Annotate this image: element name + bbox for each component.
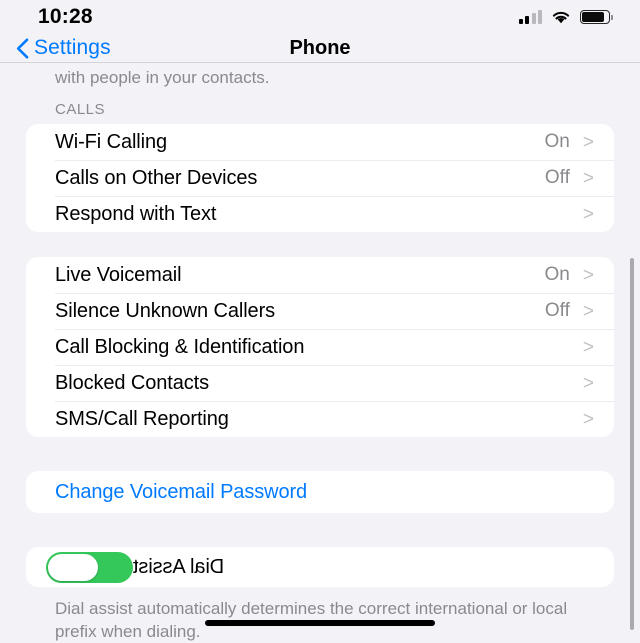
- row-live-voicemail[interactable]: Live Voicemail On >: [26, 257, 614, 293]
- battery-icon: [580, 10, 613, 24]
- row-label: Blocked Contacts: [55, 371, 210, 394]
- row-label: Respond with Text: [55, 202, 217, 225]
- row-label: Wi-Fi Calling: [55, 130, 168, 153]
- page-title: Phone: [289, 37, 351, 59]
- dial-assist-toggle[interactable]: [46, 551, 133, 583]
- iphone-settings-phone-screen: 10:28 Settings Phone with people in your…: [0, 0, 640, 641]
- row-label: Calls on Other Devices: [55, 166, 258, 189]
- home-indicator: [205, 620, 435, 626]
- row-change-voicemail-password[interactable]: Change Voicemail Password: [26, 471, 614, 513]
- status-time: 10:28: [38, 5, 93, 28]
- chevron-right-icon: >: [582, 408, 594, 430]
- row-calls-on-other-devices[interactable]: Calls on Other Devices Off >: [26, 160, 614, 196]
- chevron-right-icon: >: [582, 300, 594, 322]
- row-call-blocking-identification[interactable]: Call Blocking & Identification >: [26, 329, 614, 365]
- settings-group-dial-assist: Dial Assist: [26, 547, 614, 587]
- previous-section-footer: with people in your contacts.: [55, 68, 270, 87]
- row-value: Off: [544, 167, 570, 188]
- row-label: SMS/Call Reporting: [55, 407, 229, 430]
- status-indicators: [518, 10, 613, 25]
- settings-group-voicemail-blocking: Live Voicemail On > Silence Unknown Call…: [26, 257, 614, 437]
- toggle-knob: [48, 553, 98, 581]
- status-bar: 10:28: [0, 0, 640, 34]
- cellular-signal-icon: [518, 10, 542, 24]
- chevron-right-icon: >: [582, 336, 594, 358]
- dial-assist-footer: Dial assist automatically determines the…: [55, 599, 568, 641]
- row-dial-assist[interactable]: Dial Assist: [26, 547, 614, 587]
- chevron-right-icon: >: [582, 131, 594, 153]
- row-value: On: [544, 264, 570, 285]
- settings-group-voicemail-password: Change Voicemail Password: [26, 471, 614, 513]
- vertical-scrollbar[interactable]: [630, 258, 634, 630]
- row-value: Off: [544, 300, 570, 321]
- row-label: Live Voicemail: [55, 263, 182, 286]
- row-label: Change Voicemail Password: [55, 480, 308, 503]
- chevron-right-icon: >: [582, 372, 594, 394]
- row-silence-unknown-callers[interactable]: Silence Unknown Callers Off >: [26, 293, 614, 329]
- settings-group-calls: Wi-Fi Calling On > Calls on Other Device…: [26, 124, 614, 232]
- row-value: On: [544, 131, 570, 152]
- chevron-right-icon: >: [582, 167, 594, 189]
- row-sms-call-reporting[interactable]: SMS/Call Reporting >: [26, 401, 614, 437]
- navigation-bar: Settings Phone: [0, 34, 640, 62]
- row-wifi-calling[interactable]: Wi-Fi Calling On >: [26, 124, 614, 160]
- dial-assist-label: Dial Assist: [133, 555, 225, 578]
- section-header-calls: CALLS: [55, 101, 106, 118]
- row-respond-with-text[interactable]: Respond with Text >: [26, 196, 614, 232]
- chevron-right-icon: >: [582, 203, 594, 225]
- row-label: Call Blocking & Identification: [55, 335, 305, 358]
- row-blocked-contacts[interactable]: Blocked Contacts >: [26, 365, 614, 401]
- row-label: Silence Unknown Callers: [55, 299, 276, 322]
- wifi-icon: [552, 11, 570, 23]
- settings-list: with people in your contacts. CALLS Wi-F…: [0, 63, 640, 641]
- chevron-right-icon: >: [582, 264, 594, 286]
